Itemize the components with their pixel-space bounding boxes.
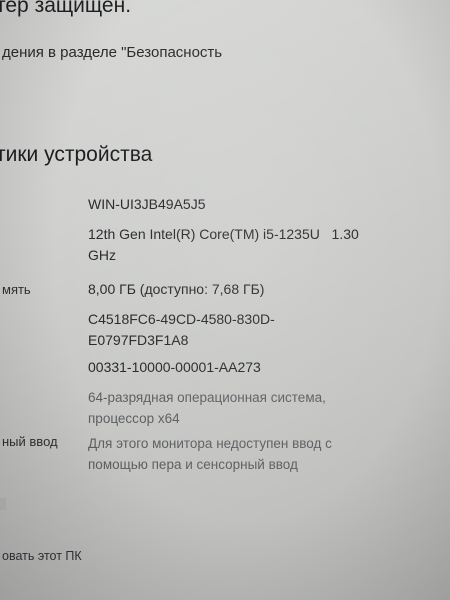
ram-label: мять [2, 282, 31, 297]
processor-value: 12th Gen Intel(R) Core(TM) i5-1235U 1.30… [88, 224, 398, 266]
system-about-screen: тер защищен. дения в разделе "Безопаснос… [0, 0, 450, 600]
pen-touch-value: Для этого монитора недоступен ввод с пом… [88, 433, 398, 475]
rename-pc-button[interactable]: овать этот ПК [2, 549, 82, 563]
processor-value-line-1: 12th Gen Intel(R) Core(TM) i5-1235U 1.30 [88, 226, 359, 242]
ram-value: 8,00 ГБ (доступно: 7,68 ГБ) [88, 281, 265, 297]
pen-touch-line-2: помощью пера и сенсорный ввод [88, 457, 298, 472]
security-notice-link[interactable]: дения в разделе "Безопасность [2, 44, 222, 61]
screen-glare-overlay [0, 0, 450, 600]
protection-status-title: тер защищен. [0, 0, 132, 17]
system-type-value: 64-разрядная операционная система, проце… [88, 387, 398, 429]
pen-touch-label: ный ввод [2, 434, 58, 449]
device-id-line-1: C4518FC6-49CD-4580-830D- [88, 311, 275, 327]
processor-value-line-2: GHz [88, 247, 116, 263]
product-id-value: 00331-10000-00001-AA273 [88, 359, 261, 375]
system-type-line-2: процессор x64 [88, 411, 180, 426]
collapsed-item-marker [0, 498, 6, 510]
pen-touch-line-1: Для этого монитора недоступен ввод с [88, 436, 332, 451]
device-specifications-heading: тики устройства [0, 143, 153, 166]
device-id-line-2: E0797FD3F1A8 [88, 332, 189, 348]
system-type-line-1: 64-разрядная операционная система, [88, 390, 326, 405]
device-id-value: C4518FC6-49CD-4580-830D- E0797FD3F1A8 [88, 309, 398, 351]
device-name-value: WIN-UI3JB49A5J5 [88, 196, 206, 212]
